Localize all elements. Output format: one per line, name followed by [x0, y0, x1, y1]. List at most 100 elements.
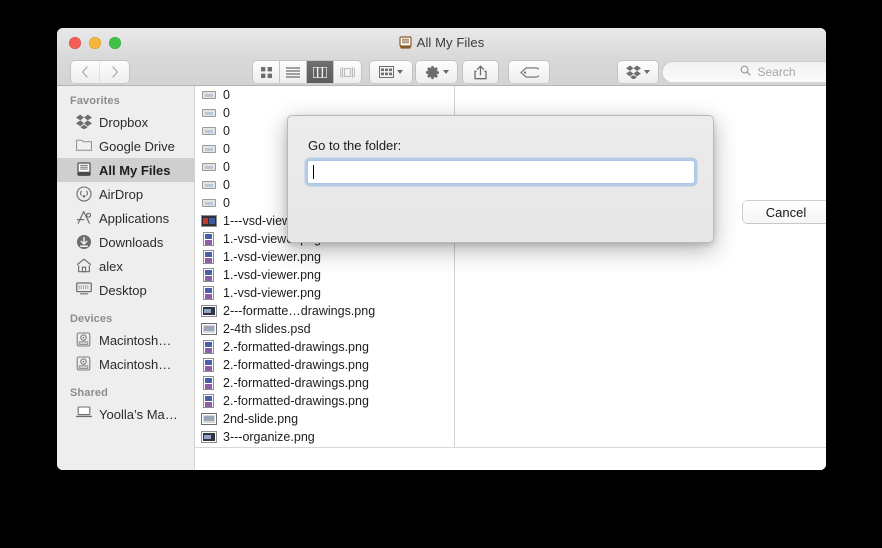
- sidebar-item-dropbox[interactable]: Dropbox: [57, 110, 194, 134]
- generic-card-icon: [201, 142, 217, 156]
- page-title: All My Files: [416, 35, 485, 50]
- file-row[interactable]: 1.-vsd-viewer.png: [195, 248, 454, 266]
- dropbox-button[interactable]: [618, 61, 658, 83]
- window-chrome: All My Files Search: [57, 28, 826, 86]
- file-row[interactable]: 2-4th slides.psd: [195, 320, 454, 338]
- file-row[interactable]: 0: [195, 86, 454, 104]
- dialog-label: Go to the folder:: [308, 138, 402, 153]
- image-thumbnail-icon: [201, 286, 217, 300]
- sidebar-item-yoollas-mac[interactable]: Yoolla’s Ma…: [57, 402, 194, 426]
- generic-card-icon: [201, 124, 217, 138]
- finder-window: All My Files Search Favorites Dropbox Go…: [57, 28, 826, 470]
- navigation-buttons: [71, 61, 129, 83]
- action-gear-button[interactable]: [416, 61, 457, 83]
- file-row[interactable]: 2.-formatted-drawings.png: [195, 392, 454, 410]
- file-name: 2.-formatted-drawings.png: [223, 358, 369, 372]
- downloads-icon: [76, 234, 92, 250]
- all-my-files-icon: [76, 162, 92, 178]
- generic-card-icon: [201, 106, 217, 120]
- sidebar-item-google-drive[interactable]: Google Drive: [57, 134, 194, 158]
- coverflow-view-button[interactable]: [334, 61, 361, 83]
- tag-button[interactable]: [509, 61, 549, 83]
- file-row[interactable]: 1.-vsd-viewer.png: [195, 284, 454, 302]
- file-name: 0: [223, 178, 230, 192]
- cancel-button[interactable]: Cancel: [743, 201, 826, 223]
- image-thumbnail-icon: [201, 232, 217, 246]
- image-thumbnail-icon: [201, 394, 217, 408]
- back-button[interactable]: [71, 61, 100, 83]
- search-input[interactable]: Search: [662, 61, 826, 83]
- file-name: 0: [223, 142, 230, 156]
- applications-icon: [76, 210, 92, 226]
- sidebar-item-label: Dropbox: [99, 114, 149, 130]
- sidebar-header-shared: Shared: [70, 387, 108, 399]
- list-view-button[interactable]: [280, 61, 307, 83]
- status-bar: [195, 447, 826, 470]
- sidebar-item-downloads[interactable]: Downloads: [57, 230, 194, 254]
- file-name: 2.-formatted-drawings.png: [223, 376, 369, 390]
- generic-card-icon: [201, 88, 217, 102]
- sidebar-item-label: Yoolla’s Ma…: [99, 406, 178, 422]
- photoshop-thumbnail-icon: [201, 322, 217, 336]
- file-name: 0: [223, 160, 230, 174]
- hard-disk-icon: [76, 356, 92, 372]
- image-thumbnail-icon: [201, 376, 217, 390]
- image-thumbnail-icon: [201, 412, 217, 426]
- icon-view-button[interactable]: [253, 61, 280, 83]
- file-row[interactable]: 2.-formatted-drawings.png: [195, 374, 454, 392]
- file-row[interactable]: 3---organize.png: [195, 428, 454, 446]
- file-name: 2nd-slide.png: [223, 412, 299, 426]
- text-caret: [313, 165, 314, 179]
- sidebar-item-label: Downloads: [99, 234, 164, 250]
- sidebar-item-applications[interactable]: Applications: [57, 206, 194, 230]
- sidebar-item-desktop[interactable]: Desktop: [57, 278, 194, 302]
- file-name: 1.-vsd-viewer.png: [223, 250, 321, 264]
- file-row[interactable]: 2.-formatted-drawings.png: [195, 356, 454, 374]
- sidebar-item-alex[interactable]: alex: [57, 254, 194, 278]
- sidebar-item-label: All My Files: [99, 162, 171, 178]
- toolbar: Search: [57, 58, 826, 86]
- chevron-down-icon: [644, 70, 650, 74]
- share-button[interactable]: [463, 61, 498, 83]
- file-name: 0: [223, 106, 230, 120]
- file-name: 0: [223, 124, 230, 138]
- sidebar-header-devices: Devices: [70, 313, 113, 325]
- sidebar-item-label: Applications: [99, 210, 170, 226]
- generic-card-icon: [201, 160, 217, 174]
- image-thumbnail-icon: [201, 268, 217, 282]
- sidebar-item-label: AirDrop: [99, 186, 144, 202]
- sidebar-header-favorites: Favorites: [70, 95, 120, 107]
- sidebar-item-macintosh-2[interactable]: Macintosh…: [57, 352, 194, 376]
- sidebar-item-airdrop[interactable]: AirDrop: [57, 182, 194, 206]
- file-name: 2-4th slides.psd: [223, 322, 311, 336]
- file-name: 0: [223, 88, 230, 102]
- file-row[interactable]: 2nd-slide.png: [195, 410, 454, 428]
- go-to-folder-dialog: Go to the folder: Cancel Go: [287, 115, 826, 243]
- titlebar[interactable]: All My Files: [57, 28, 826, 58]
- file-name: 2---formatte…drawings.png: [223, 304, 376, 318]
- image-thumbnail-icon: [201, 304, 217, 318]
- sidebar-item-macintosh-1[interactable]: Macintosh…: [57, 328, 194, 352]
- laptop-icon: [75, 406, 93, 422]
- folder-icon: [76, 138, 92, 154]
- folder-path-input[interactable]: [307, 160, 695, 184]
- image-thumbnail-icon: [201, 250, 217, 264]
- file-row[interactable]: 1.-vsd-viewer.png: [195, 266, 454, 284]
- file-name: 2.-formatted-drawings.png: [223, 394, 369, 408]
- file-row[interactable]: 2.-formatted-drawings.png: [195, 338, 454, 356]
- forward-button[interactable]: [100, 61, 129, 83]
- file-name: 3---organize.png: [223, 430, 315, 444]
- image-thumbnail-icon: [201, 340, 217, 354]
- column-view-button[interactable]: [307, 61, 334, 83]
- file-row[interactable]: 2---formatte…drawings.png: [195, 302, 454, 320]
- sidebar: Favorites Dropbox Google Drive All My Fi…: [57, 86, 195, 470]
- sidebar-item-label: alex: [99, 258, 123, 274]
- desktop-icon: [76, 282, 92, 298]
- sidebar-item-all-my-files[interactable]: All My Files: [57, 158, 194, 182]
- sidebar-item-label: Macintosh…: [99, 356, 172, 372]
- hard-disk-icon: [76, 332, 92, 348]
- arrange-button[interactable]: [370, 61, 412, 83]
- file-name: 1.-vsd-viewer.png: [223, 286, 321, 300]
- image-thumbnail-icon: [201, 358, 217, 372]
